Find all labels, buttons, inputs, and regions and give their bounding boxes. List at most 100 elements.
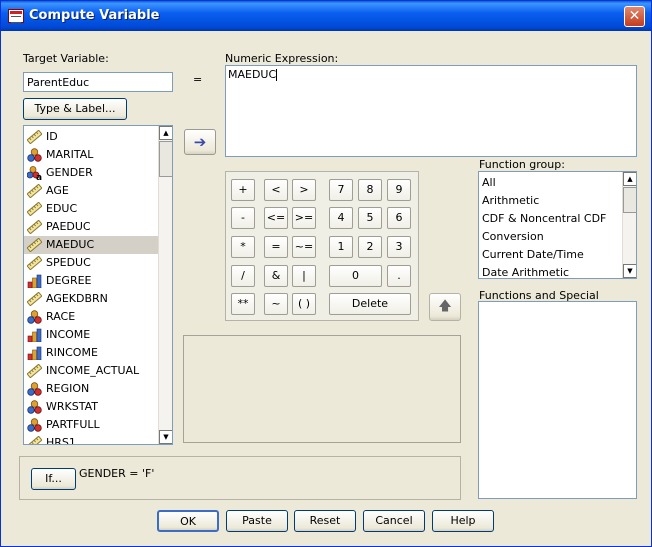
key-or[interactable]: | <box>292 265 316 287</box>
variable-name: HRS1 <box>46 436 76 445</box>
key-2[interactable]: 2 <box>358 236 382 258</box>
key-not-equal[interactable]: ~= <box>292 236 316 258</box>
variable-name: REGION <box>46 382 90 395</box>
variable-name: EDUC <box>46 202 78 215</box>
variable-item-hrs1[interactable]: HRS1 <box>24 434 158 445</box>
key-not[interactable]: ~ <box>264 293 288 315</box>
move-to-expression-button[interactable]: ➔ <box>184 129 216 155</box>
variable-item-speduc[interactable]: SPEDUC <box>24 254 158 272</box>
key-less-equal[interactable]: <= <box>264 207 288 229</box>
key-6[interactable]: 6 <box>387 207 411 229</box>
variable-item-agekdbrn[interactable]: AGEKDBRN <box>24 290 158 308</box>
svg-text:a: a <box>36 173 42 180</box>
ok-button[interactable]: OK <box>157 510 219 532</box>
if-button[interactable]: If... <box>31 468 76 490</box>
variable-name: INCOME <box>46 328 91 341</box>
variable-item-paeduc[interactable]: PAEDUC <box>24 218 158 236</box>
variable-item-gender[interactable]: a GENDER <box>24 164 158 183</box>
move-function-up-button[interactable]: 🡅 <box>429 293 461 321</box>
nominal-circles-icon <box>27 310 42 324</box>
ordinal-bars-icon <box>27 328 42 343</box>
close-button[interactable]: ✕ <box>624 6 645 27</box>
variable-name: MAEDUC <box>46 238 95 251</box>
function-group-item[interactable]: Date Arithmetic <box>479 264 622 278</box>
key-minus[interactable]: - <box>231 207 255 229</box>
scale-ruler-icon <box>26 363 43 379</box>
variable-name: WRKSTAT <box>46 400 98 413</box>
function-group-items: All Arithmetic CDF & Noncentral CDF Convers… <box>479 174 622 278</box>
variable-item-marital[interactable]: MARITAL <box>24 146 158 164</box>
variable-item-income_actual[interactable]: INCOME_ACTUAL <box>24 362 158 380</box>
key-5[interactable]: 5 <box>358 207 382 229</box>
nominal-string-icon: a <box>26 166 42 183</box>
function-group-item[interactable]: CDF & Noncentral CDF <box>479 210 622 228</box>
key-multiply[interactable]: * <box>231 236 255 258</box>
functions-special-variables-list[interactable] <box>478 301 637 499</box>
paste-button[interactable]: Paste <box>226 510 288 532</box>
variable-item-wrkstat[interactable]: WRKSTAT <box>24 398 158 416</box>
scroll-thumb[interactable] <box>623 187 636 213</box>
variable-name: PAEDUC <box>46 220 91 233</box>
function-group-item[interactable]: All <box>479 174 622 192</box>
title-bar[interactable]: Compute Variable ✕ <box>1 1 651 31</box>
key-delete[interactable]: Delete <box>329 293 411 315</box>
key-9[interactable]: 9 <box>387 179 411 201</box>
variable-list[interactable]: ID MARITAL a GENDER AGE EDUC PAEDUC MAEDUC SPEDU… <box>23 125 173 445</box>
numeric-expression-textarea[interactable]: MAEDUC <box>225 65 637 157</box>
key-less-than[interactable]: < <box>264 179 288 201</box>
compute-variable-dialog: Compute Variable ✕ Target Variable: Pare… <box>0 0 652 547</box>
function-group-item[interactable]: Arithmetic <box>479 192 622 210</box>
function-group-item[interactable]: Conversion <box>479 228 622 246</box>
scroll-up-arrow-icon[interactable]: ▲ <box>159 126 172 140</box>
variable-item-income[interactable]: INCOME <box>24 326 158 344</box>
key-parentheses[interactable]: ( ) <box>292 293 316 315</box>
reset-button[interactable]: Reset <box>294 510 356 532</box>
key-8[interactable]: 8 <box>358 179 382 201</box>
variable-item-region[interactable]: REGION <box>24 380 158 398</box>
variable-item-degree[interactable]: DEGREE <box>24 272 158 290</box>
target-variable-input[interactable]: ParentEduc <box>23 72 173 92</box>
variable-name: ID <box>46 130 58 143</box>
target-variable-label: Target Variable: <box>23 52 109 65</box>
key-greater-equal[interactable]: >= <box>292 207 316 229</box>
variable-name: DEGREE <box>46 274 92 287</box>
nominal-circles-icon <box>27 418 42 432</box>
key-greater-than[interactable]: > <box>292 179 316 201</box>
type-and-label-button[interactable]: Type & Label... <box>23 98 127 120</box>
variable-item-partfull[interactable]: PARTFULL <box>24 416 158 434</box>
key-power[interactable]: ** <box>231 293 255 315</box>
scale-ruler-icon <box>26 291 43 307</box>
key-3[interactable]: 3 <box>387 236 411 258</box>
key-plus[interactable]: + <box>231 179 255 201</box>
variable-item-id[interactable]: ID <box>24 128 158 146</box>
scale-ruler-icon <box>26 219 43 235</box>
key-1[interactable]: 1 <box>329 236 353 258</box>
variable-name: AGE <box>46 184 69 197</box>
key-4[interactable]: 4 <box>329 207 353 229</box>
function-group-item[interactable]: Current Date/Time <box>479 246 622 264</box>
scroll-up-arrow-icon[interactable]: ▲ <box>623 172 636 186</box>
scroll-down-arrow-icon[interactable]: ▼ <box>623 264 636 278</box>
spss-dialog-icon <box>8 9 24 23</box>
scale-ruler-icon <box>26 255 43 271</box>
key-divide[interactable]: / <box>231 265 255 287</box>
cancel-button[interactable]: Cancel <box>363 510 425 532</box>
variable-item-educ[interactable]: EDUC <box>24 200 158 218</box>
variable-item-age[interactable]: AGE <box>24 182 158 200</box>
key-and[interactable]: & <box>264 265 288 287</box>
scroll-thumb[interactable] <box>159 141 172 177</box>
function-group-scrollbar[interactable]: ▲ ▼ <box>622 172 636 278</box>
variable-list-scrollbar[interactable]: ▲ ▼ <box>158 126 172 444</box>
variable-item-race[interactable]: RACE <box>24 308 158 326</box>
function-group-list[interactable]: All Arithmetic CDF & Noncentral CDF Convers… <box>478 171 637 279</box>
help-button[interactable]: Help <box>432 510 494 532</box>
ordinal-bars-icon <box>27 346 42 361</box>
key-0[interactable]: 0 <box>329 265 382 287</box>
key-7[interactable]: 7 <box>329 179 353 201</box>
key-decimal[interactable]: . <box>387 265 411 287</box>
variable-item-rincome[interactable]: RINCOME <box>24 344 158 362</box>
variable-item-maeduc[interactable]: MAEDUC <box>24 236 158 254</box>
scroll-down-arrow-icon[interactable]: ▼ <box>159 430 172 444</box>
key-equals[interactable]: = <box>264 236 288 258</box>
equals-sign: = <box>193 73 203 86</box>
